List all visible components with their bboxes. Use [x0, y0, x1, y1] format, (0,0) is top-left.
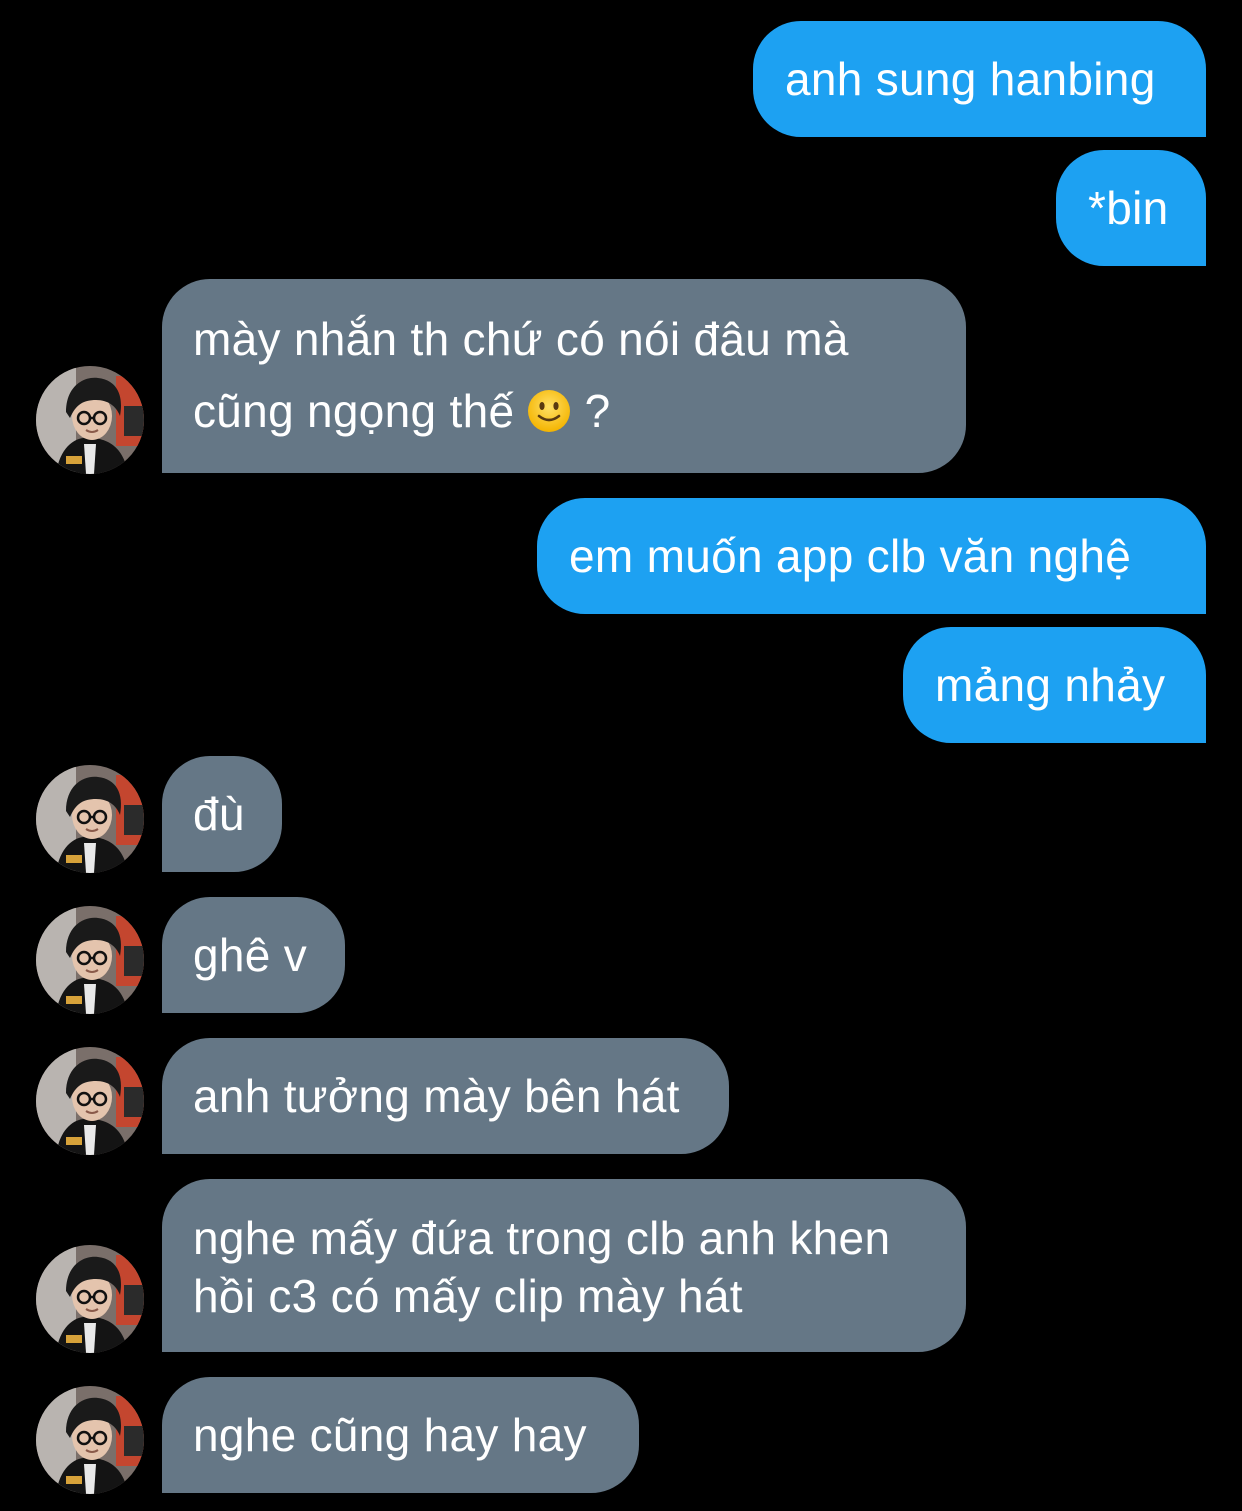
sent-message-bubble[interactable]: mảng nhảy: [903, 627, 1206, 743]
message-text: anh tưởng mày bên hát: [193, 1070, 680, 1122]
message-text: anh sung hanbing: [785, 53, 1156, 105]
message-text-line: nghe mấy đứa trong clb anh khen: [193, 1212, 891, 1264]
avatar[interactable]: [36, 906, 144, 1014]
message-text: nghe cũng hay hay: [193, 1409, 587, 1461]
slightly-smiling-face-icon: [528, 390, 571, 432]
avatar[interactable]: [36, 366, 144, 474]
avatar[interactable]: [36, 1047, 144, 1155]
message-text: em muốn app clb văn nghệ: [569, 530, 1132, 582]
message-text: *bin: [1088, 182, 1169, 234]
message-text-line: cũng ngọng thế ?: [193, 382, 935, 440]
message-text: ghê v: [193, 929, 308, 981]
message-text: đù: [193, 788, 245, 840]
received-message-bubble[interactable]: đù: [162, 756, 282, 872]
avatar-image: [36, 906, 144, 1014]
received-message-bubble[interactable]: nghe cũng hay hay: [162, 1377, 639, 1493]
message-text: mảng nhảy: [935, 659, 1166, 711]
sent-message-bubble[interactable]: anh sung hanbing: [753, 21, 1206, 137]
avatar[interactable]: [36, 765, 144, 873]
avatar-image: [36, 366, 144, 474]
avatar-image: [36, 1245, 144, 1353]
avatar-image: [36, 1047, 144, 1155]
avatar-image: [36, 765, 144, 873]
sent-message-bubble[interactable]: em muốn app clb văn nghệ: [537, 498, 1206, 614]
message-text-line: mày nhắn th chứ có nói đâu mà: [193, 313, 849, 365]
received-message-bubble[interactable]: ghê v: [162, 897, 345, 1013]
avatar-image: [36, 1386, 144, 1494]
message-text: cũng ngọng thế: [193, 385, 515, 437]
received-message-bubble[interactable]: nghe mấy đứa trong clb anh khen hồi c3 c…: [162, 1179, 966, 1352]
message-text-line: hồi c3 có mấy clip mày hát: [193, 1270, 743, 1322]
received-message-bubble[interactable]: mày nhắn th chứ có nói đâu mà cũng ngọng…: [162, 279, 966, 473]
message-text: ?: [584, 385, 611, 437]
avatar[interactable]: [36, 1245, 144, 1353]
received-message-bubble[interactable]: anh tưởng mày bên hát: [162, 1038, 729, 1154]
avatar[interactable]: [36, 1386, 144, 1494]
sent-message-bubble[interactable]: *bin: [1056, 150, 1206, 266]
